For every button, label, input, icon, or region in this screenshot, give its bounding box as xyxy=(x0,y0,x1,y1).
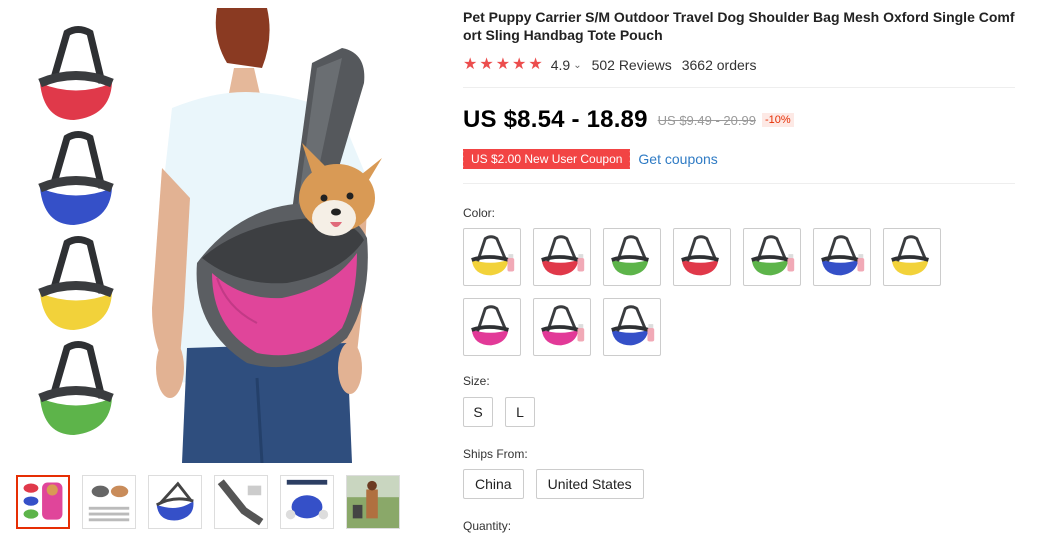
new-user-coupon[interactable]: US $2.00 New User Coupon xyxy=(460,149,633,169)
thumbnail-size-chart[interactable] xyxy=(82,475,136,529)
divider xyxy=(463,183,1015,184)
ships-from-united-states[interactable]: United States xyxy=(535,469,644,499)
reviews-link[interactable]: 502 Reviews xyxy=(592,57,672,73)
thumbnail-blue-bag[interactable] xyxy=(148,475,202,529)
rating-value[interactable]: 4.9 xyxy=(551,57,570,73)
color-swatch-4[interactable] xyxy=(673,228,731,286)
price-row: US $8.54 - 18.89 US $9.49 - 20.99 -10% xyxy=(463,106,1015,134)
ships-from-options: China United States xyxy=(463,469,1015,499)
orders-count: 3662 orders xyxy=(681,57,757,73)
star-icon: ★ xyxy=(495,56,511,73)
discount-badge: -10% xyxy=(761,113,794,127)
color-swatch-7[interactable] xyxy=(883,228,941,286)
size-option-s[interactable]: S xyxy=(463,397,493,427)
star-icon: ★ xyxy=(528,56,543,73)
color-swatch-8[interactable] xyxy=(463,298,521,356)
get-coupons-link[interactable]: Get coupons xyxy=(638,151,717,167)
star-icon: ★ xyxy=(479,56,494,73)
thumbnail-strip xyxy=(16,475,400,529)
product-title: Pet Puppy Carrier S/M Outdoor Travel Dog… xyxy=(463,9,1015,43)
side-variant-bag xyxy=(38,131,114,225)
color-swatch-6[interactable] xyxy=(813,228,871,286)
size-option-l[interactable]: L xyxy=(505,397,535,427)
current-price: US $8.54 - 18.89 xyxy=(463,106,648,133)
thumbnail-outdoor-photo[interactable] xyxy=(346,475,400,529)
thumbnail-gray-bag[interactable] xyxy=(214,475,268,529)
size-options: S L xyxy=(463,397,1015,427)
side-variant-bag xyxy=(38,26,114,120)
color-swatch-9[interactable] xyxy=(533,298,591,356)
color-swatches xyxy=(463,228,963,356)
rating-row: ★ ★ ★ ★ ★ 4.9 ⌄ 502 Reviews 3662 orders xyxy=(463,56,1015,74)
main-product-image[interactable] xyxy=(12,8,402,463)
side-variant-bag xyxy=(38,236,114,330)
ships-from-label: Ships From: xyxy=(463,447,528,461)
thumbnail-variants[interactable] xyxy=(16,475,70,529)
original-price: US $9.49 - 20.99 xyxy=(657,112,756,128)
color-swatch-5[interactable] xyxy=(743,228,801,286)
divider xyxy=(463,87,1015,88)
ships-from-china[interactable]: China xyxy=(463,469,524,499)
side-variant-bag xyxy=(38,341,114,435)
thumbnail-features[interactable] xyxy=(280,475,334,529)
star-rating[interactable]: ★ ★ ★ ★ ★ xyxy=(463,57,543,73)
color-swatch-1[interactable] xyxy=(463,228,521,286)
star-icon: ★ xyxy=(463,56,478,73)
color-label: Color: xyxy=(463,206,496,220)
color-swatch-10[interactable] xyxy=(603,298,661,356)
coupon-row: US $2.00 New User Coupon Get coupons xyxy=(460,149,1015,169)
size-label: Size: xyxy=(463,374,490,388)
color-swatch-2[interactable] xyxy=(533,228,591,286)
chevron-down-icon[interactable]: ⌄ xyxy=(573,60,581,71)
color-swatch-3[interactable] xyxy=(603,228,661,286)
product-info: Pet Puppy Carrier S/M Outdoor Travel Dog… xyxy=(460,8,1015,533)
quantity-label: Quantity: xyxy=(463,519,512,533)
star-icon: ★ xyxy=(512,56,527,73)
